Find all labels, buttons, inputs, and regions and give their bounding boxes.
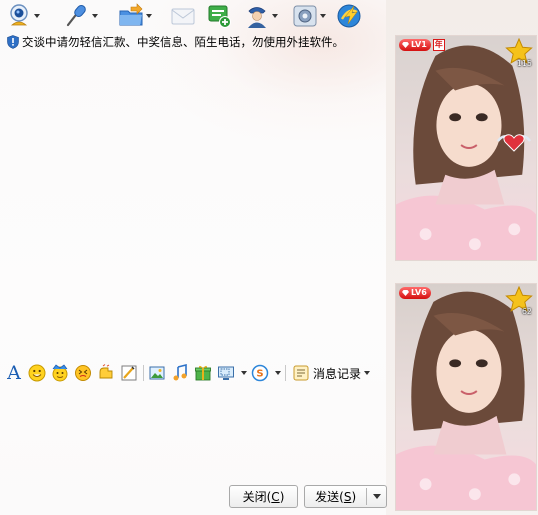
contact-points-value: 115	[516, 59, 532, 68]
webcam-icon	[10, 4, 28, 26]
email-icon	[171, 8, 195, 25]
voice-message-icon[interactable]	[97, 364, 115, 382]
qzone-icon	[337, 4, 361, 28]
graffiti-icon[interactable]	[120, 364, 138, 382]
send-file-icon	[119, 3, 143, 26]
create-group-button[interactable]	[206, 2, 232, 30]
screenshot-dropdown[interactable]	[240, 365, 247, 381]
self-points-star: 62	[505, 286, 533, 320]
diamond-icon	[402, 290, 409, 296]
app-settings-button[interactable]	[292, 2, 327, 30]
message-input[interactable]	[5, 388, 388, 478]
font-settings-button[interactable]: A	[4, 363, 24, 383]
voice-call-dropdown[interactable]	[91, 3, 99, 29]
gift-icon[interactable]	[194, 364, 212, 382]
send-options-dropdown[interactable]	[367, 486, 386, 507]
top-toolbar	[4, 2, 384, 32]
send-button[interactable]: 发送(S)	[305, 488, 366, 505]
magic-emoticon-icon[interactable]	[51, 364, 69, 382]
message-history-label: 消息记录	[313, 366, 362, 381]
diamond-icon	[402, 42, 409, 48]
user-info-icon	[248, 7, 266, 28]
send-image-icon[interactable]	[148, 364, 166, 382]
level-pill: LV1	[399, 39, 431, 51]
video-call-button[interactable]	[6, 2, 41, 30]
send-button-label-end: )	[351, 490, 357, 504]
security-notice: 交谈中请勿轻信汇款、中奖信息、陌生电话，勿使用外挂软件。	[5, 34, 389, 50]
send-file-dropdown[interactable]	[145, 3, 153, 29]
send-button-group: 发送(S)	[304, 485, 387, 508]
close-button-label: 关闭(	[242, 490, 272, 504]
contact-avatar-panel[interactable]: LV1 年 115	[395, 35, 537, 261]
contact-level-badge: LV1 年	[399, 39, 445, 51]
close-button[interactable]: 关闭(C)	[229, 485, 298, 508]
svg-text:S: S	[256, 369, 263, 380]
qzone-button[interactable]	[336, 2, 362, 30]
self-level-text: LV6	[411, 288, 427, 297]
self-points-value: 62	[521, 307, 532, 316]
create-group-icon	[208, 5, 231, 28]
self-level-badge: LV6	[399, 287, 431, 299]
soso-search-icon[interactable]: S	[251, 364, 269, 382]
shake-window-icon[interactable]	[74, 364, 92, 382]
self-avatar-panel[interactable]: LV6 62	[395, 283, 537, 511]
email-button[interactable]	[170, 2, 196, 30]
shield-icon	[7, 35, 19, 49]
user-info-button[interactable]	[244, 2, 279, 30]
screenshot-icon[interactable]	[217, 364, 235, 382]
toolbar-separator	[143, 365, 144, 381]
message-history-button[interactable]: 消息记录	[292, 364, 374, 382]
music-icon[interactable]	[171, 364, 189, 382]
security-notice-text: 交谈中请勿轻信汇款、中奖信息、陌生电话，勿使用外挂软件。	[22, 35, 344, 49]
app-settings-dropdown[interactable]	[319, 3, 327, 29]
send-file-button[interactable]	[118, 2, 153, 30]
microphone-icon	[66, 4, 86, 27]
heart-icon	[497, 134, 531, 152]
annual-member-tag: 年	[432, 39, 445, 51]
toolbar-separator	[285, 365, 286, 381]
app-settings-icon	[293, 5, 317, 27]
soso-dropdown[interactable]	[274, 365, 281, 381]
contact-level-text: LV1	[411, 40, 427, 49]
format-toolbar: A S 消息记录	[4, 362, 392, 384]
message-history-icon	[293, 365, 309, 381]
user-info-dropdown[interactable]	[271, 3, 279, 29]
emoji-smiley-icon[interactable]	[28, 364, 46, 382]
video-call-dropdown[interactable]	[33, 3, 41, 29]
message-history-dropdown[interactable]	[363, 365, 370, 381]
close-shortcut-key: C	[271, 489, 280, 504]
level-pill: LV6	[399, 287, 431, 299]
contact-points-star: 115	[505, 38, 533, 72]
chat-history[interactable]: 交谈中请勿轻信汇款、中奖信息、陌生电话，勿使用外挂软件。	[5, 34, 389, 354]
send-button-label: 发送(	[315, 490, 344, 504]
close-button-label-end: )	[279, 489, 285, 504]
voice-call-button[interactable]	[64, 2, 99, 30]
